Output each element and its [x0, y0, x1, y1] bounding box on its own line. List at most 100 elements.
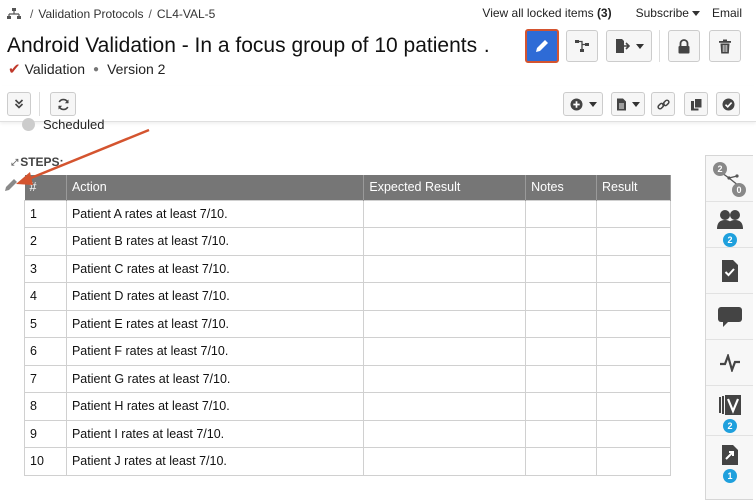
- pencil-icon: [536, 40, 548, 52]
- relationships-button[interactable]: [566, 30, 598, 62]
- item-detail-page: / Validation Protocols / CL4-VAL-5 View …: [0, 0, 756, 500]
- table-row[interactable]: 4 Patient D rates at least 7/10.: [24, 282, 671, 311]
- expand-icon[interactable]: ⤢: [11, 157, 18, 168]
- side-panel: 2 0 2 2 1: [705, 155, 753, 500]
- step-action[interactable]: Patient A rates at least 7/10.: [65, 199, 365, 228]
- step-expected-result[interactable]: [363, 254, 527, 283]
- pencil-icon[interactable]: [3, 177, 19, 193]
- delete-button[interactable]: [709, 30, 741, 62]
- step-expected-result[interactable]: [363, 364, 527, 393]
- subscribe-dropdown[interactable]: Subscribe: [624, 6, 700, 20]
- step-result[interactable]: [596, 309, 671, 338]
- relations-tab[interactable]: 2 0: [706, 156, 753, 202]
- refresh-icon: [57, 98, 69, 110]
- followers-tab[interactable]: 2: [706, 202, 753, 248]
- versions-tab[interactable]: 2: [706, 386, 753, 436]
- chevron-down-icon: [691, 11, 700, 17]
- table-row[interactable]: 8 Patient H rates at least 7/10.: [24, 392, 671, 421]
- step-expected-result[interactable]: [363, 337, 527, 366]
- step-expected-result[interactable]: [363, 392, 527, 421]
- step-action[interactable]: Patient C rates at least 7/10.: [65, 254, 365, 283]
- step-number: 1: [24, 199, 67, 228]
- step-action[interactable]: Patient F rates at least 7/10.: [65, 337, 365, 366]
- copy-icon: [690, 97, 702, 110]
- step-expected-result[interactable]: [363, 227, 527, 256]
- step-notes[interactable]: [525, 282, 598, 311]
- step-result[interactable]: [596, 337, 671, 366]
- step-notes[interactable]: [525, 309, 598, 338]
- table-row[interactable]: 5 Patient E rates at least 7/10.: [24, 309, 671, 338]
- email-link[interactable]: Email: [712, 6, 742, 20]
- step-notes[interactable]: [525, 254, 598, 283]
- step-result[interactable]: [596, 392, 671, 421]
- comments-tab[interactable]: [706, 294, 753, 340]
- table-header-row: # Action Expected Result Notes Result: [24, 175, 671, 200]
- links-tab[interactable]: 1: [706, 436, 753, 486]
- step-result[interactable]: [596, 199, 671, 228]
- step-expected-result[interactable]: [363, 419, 527, 448]
- step-expected-result[interactable]: [363, 199, 527, 228]
- table-row[interactable]: 10 Patient J rates at least 7/10.: [24, 447, 671, 476]
- export-icon: [616, 39, 630, 53]
- table-row[interactable]: 3 Patient C rates at least 7/10.: [24, 254, 671, 283]
- step-notes[interactable]: [525, 392, 598, 421]
- comment-icon: [717, 306, 742, 327]
- step-result[interactable]: [596, 364, 671, 393]
- step-notes[interactable]: [525, 337, 598, 366]
- document-dropdown-button[interactable]: [611, 92, 645, 116]
- step-action[interactable]: Patient J rates at least 7/10.: [65, 447, 365, 476]
- breadcrumb-current-item[interactable]: CL4-VAL-5: [157, 7, 215, 21]
- duplicate-button[interactable]: [684, 92, 708, 116]
- activity-tab[interactable]: [706, 340, 753, 386]
- divider: [39, 92, 40, 116]
- step-action[interactable]: Patient G rates at least 7/10.: [65, 364, 365, 393]
- table-row[interactable]: 9 Patient I rates at least 7/10.: [24, 419, 671, 448]
- step-notes[interactable]: [525, 419, 598, 448]
- step-result[interactable]: [596, 419, 671, 448]
- step-action[interactable]: Patient B rates at least 7/10.: [65, 227, 365, 256]
- step-result[interactable]: [596, 447, 671, 476]
- step-notes[interactable]: [525, 227, 598, 256]
- version-label[interactable]: Version 2: [107, 61, 165, 77]
- step-action[interactable]: Patient I rates at least 7/10.: [65, 419, 365, 448]
- table-row[interactable]: 7 Patient G rates at least 7/10.: [24, 364, 671, 393]
- collapse-button[interactable]: [7, 92, 31, 116]
- refresh-button[interactable]: [50, 92, 76, 116]
- breadcrumb-validation-protocols[interactable]: Validation Protocols: [38, 7, 143, 21]
- hierarchy-icon[interactable]: [7, 8, 21, 20]
- activity-icon: [719, 353, 740, 372]
- lock-button[interactable]: [668, 30, 700, 62]
- step-expected-result[interactable]: [363, 282, 527, 311]
- step-expected-result[interactable]: [363, 309, 527, 338]
- step-expected-result[interactable]: [363, 447, 527, 476]
- chevron-down-icon: [636, 43, 644, 49]
- breadcrumb: / Validation Protocols / CL4-VAL-5: [7, 6, 215, 22]
- step-action[interactable]: Patient E rates at least 7/10.: [65, 309, 365, 338]
- edit-button[interactable]: [525, 29, 559, 63]
- copy-link-button[interactable]: [651, 92, 675, 116]
- view-locked-items-link[interactable]: View all locked items (3): [470, 6, 611, 20]
- status-radio-icon[interactable]: [22, 118, 35, 131]
- trace-icon: [721, 445, 738, 465]
- step-action[interactable]: Patient D rates at least 7/10.: [65, 282, 365, 311]
- step-action[interactable]: Patient H rates at least 7/10.: [65, 392, 365, 421]
- table-row[interactable]: 6 Patient F rates at least 7/10.: [24, 337, 671, 366]
- table-row[interactable]: 1 Patient A rates at least 7/10.: [24, 199, 671, 228]
- step-notes[interactable]: [525, 364, 598, 393]
- step-number: 5: [24, 309, 67, 338]
- versions-icon: [718, 394, 741, 415]
- review-tab[interactable]: [706, 248, 753, 294]
- step-result[interactable]: [596, 254, 671, 283]
- steps-label-text: STEPS:: [20, 155, 64, 169]
- breadcrumb-separator: /: [30, 7, 34, 21]
- document-check-icon: [721, 259, 738, 282]
- step-result[interactable]: [596, 227, 671, 256]
- table-row[interactable]: 2 Patient B rates at least 7/10.: [24, 227, 671, 256]
- step-result[interactable]: [596, 282, 671, 311]
- add-dropdown-button[interactable]: [563, 92, 603, 116]
- approve-button[interactable]: [716, 92, 740, 116]
- step-notes[interactable]: [525, 447, 598, 476]
- step-notes[interactable]: [525, 199, 598, 228]
- export-dropdown-button[interactable]: [606, 30, 652, 62]
- step-number: 3: [24, 254, 67, 283]
